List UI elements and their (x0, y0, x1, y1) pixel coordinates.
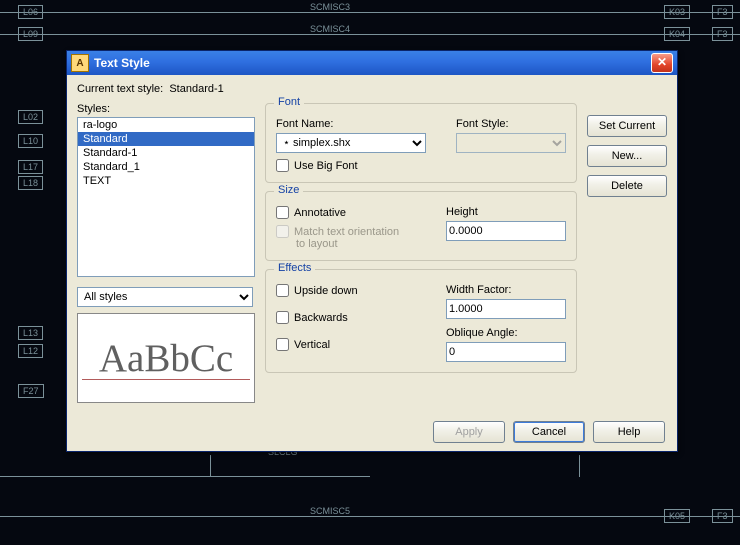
ref-tag: F3 (712, 27, 733, 41)
annotative-checkbox[interactable]: Annotative (276, 206, 436, 219)
font-legend: Font (274, 96, 304, 108)
set-current-button[interactable]: Set Current (587, 115, 667, 137)
ref-tag: L06 (18, 5, 43, 19)
help-button[interactable]: Help (593, 421, 665, 443)
vertical-checkbox[interactable]: Vertical (276, 338, 436, 351)
window-title: Text Style (94, 56, 651, 70)
use-big-font-input[interactable] (276, 159, 289, 172)
height-label: Height (446, 206, 566, 218)
effects-legend: Effects (274, 262, 315, 274)
styles-label: Styles: (77, 103, 255, 115)
ref-tag: L10 (18, 134, 43, 148)
size-group: Size Annotative Match text orientation (265, 191, 577, 261)
effects-group: Effects Upside down Backwards (265, 269, 577, 373)
dialog-button-bar: Apply Cancel Help (433, 421, 665, 443)
upside-down-label: Upside down (294, 285, 358, 297)
vertical-label: Vertical (294, 339, 330, 351)
app-icon: A (71, 54, 89, 72)
current-style-label: Current text style: (77, 83, 163, 95)
backwards-label: Backwards (294, 312, 348, 324)
styles-list-item[interactable]: TEXT (78, 174, 254, 188)
ref-tag: L13 (18, 326, 43, 340)
font-style-label: Font Style: (456, 118, 566, 130)
ref-tag: K03 (664, 5, 690, 19)
match-orientation-label2: to layout (296, 238, 436, 250)
width-factor-label: Width Factor: (446, 284, 566, 296)
ref-tag: L12 (18, 344, 43, 358)
new-button[interactable]: New... (587, 145, 667, 167)
backwards-checkbox[interactable]: Backwards (276, 311, 436, 324)
net-label: SCMISC3 (310, 2, 350, 12)
net-label: SCMISC4 (310, 24, 350, 34)
oblique-angle-label: Oblique Angle: (446, 327, 566, 339)
styles-filter-select[interactable]: All styles (77, 287, 253, 307)
ref-tag: L17 (18, 160, 43, 174)
upside-down-input[interactable] (276, 284, 289, 297)
ref-tag: L18 (18, 176, 43, 190)
match-orientation-input (276, 225, 289, 238)
oblique-angle-input[interactable] (446, 342, 566, 362)
ref-tag: K05 (664, 509, 690, 523)
style-preview: AaBbCc (77, 313, 255, 403)
annotative-label: Annotative (294, 207, 346, 219)
ref-tag: L02 (18, 110, 43, 124)
width-factor-input[interactable] (446, 299, 566, 319)
styles-list-item[interactable]: Standard (78, 132, 254, 146)
text-style-dialog: A Text Style ✕ Current text style: Stand… (66, 50, 678, 452)
titlebar[interactable]: A Text Style ✕ (67, 51, 677, 75)
size-legend: Size (274, 184, 303, 196)
upside-down-checkbox[interactable]: Upside down (276, 284, 436, 297)
annotative-input[interactable] (276, 206, 289, 219)
preview-sample-text: AaBbCc (99, 336, 233, 381)
current-style-value: Standard-1 (169, 83, 223, 95)
match-orientation-label: Match text orientation (294, 226, 399, 238)
ref-tag: K04 (664, 27, 690, 41)
delete-button[interactable]: Delete (587, 175, 667, 197)
use-big-font-label: Use Big Font (294, 160, 358, 172)
backwards-input[interactable] (276, 311, 289, 324)
ref-tag: F3 (712, 5, 733, 19)
font-style-select (456, 133, 566, 153)
styles-list-item[interactable]: Standard-1 (78, 146, 254, 160)
ref-tag: L09 (18, 27, 43, 41)
styles-listbox[interactable]: ra-logoStandardStandard-1Standard_1TEXT (77, 117, 255, 277)
styles-list-item[interactable]: Standard_1 (78, 160, 254, 174)
ref-tag: F3 (712, 509, 733, 523)
net-label: SCMISC5 (310, 506, 350, 516)
styles-list-item[interactable]: ra-logo (78, 118, 254, 132)
current-style-line: Current text style: Standard-1 (77, 83, 667, 95)
match-orientation-checkbox: Match text orientation (276, 225, 436, 238)
font-group: Font Font Name: ⋆ simplex.shx Font Style (265, 103, 577, 183)
font-name-label: Font Name: (276, 118, 446, 130)
close-button[interactable]: ✕ (651, 53, 673, 73)
vertical-input[interactable] (276, 338, 289, 351)
use-big-font-checkbox[interactable]: Use Big Font (276, 159, 566, 172)
apply-button[interactable]: Apply (433, 421, 505, 443)
ref-tag: F27 (18, 384, 44, 398)
cancel-button[interactable]: Cancel (513, 421, 585, 443)
close-icon: ✕ (657, 55, 667, 69)
height-input[interactable] (446, 221, 566, 241)
font-name-select[interactable]: ⋆ simplex.shx (276, 133, 426, 153)
